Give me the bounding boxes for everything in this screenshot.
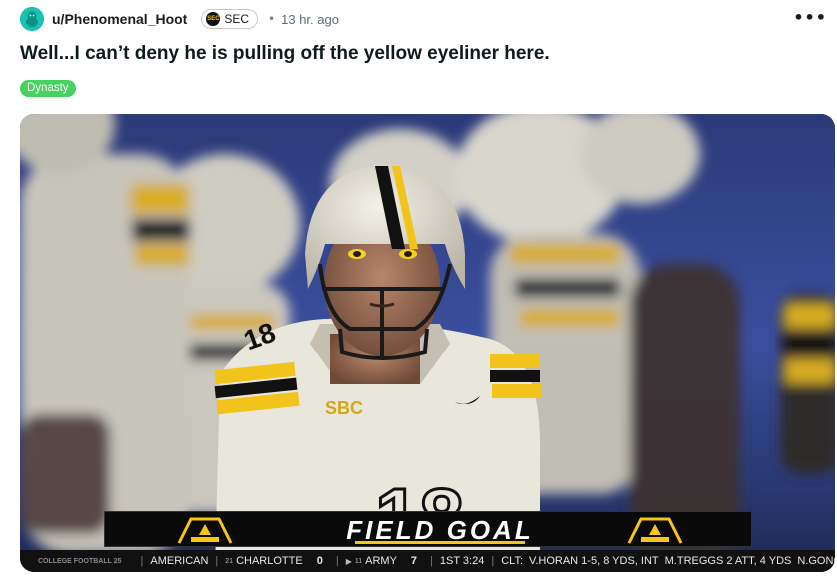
separator-dot: •	[268, 12, 276, 26]
more-options-icon[interactable]: •••	[793, 8, 827, 27]
team1-seed: 21	[225, 557, 234, 565]
game-screenshot-scene: 18 SBC 18	[20, 114, 835, 572]
post-image[interactable]: 18 SBC 18	[20, 114, 835, 572]
sec-logo-icon: SEC	[206, 12, 221, 26]
user-flair-text: SEC	[224, 12, 250, 26]
game-clock: 1ST 3:24	[439, 555, 485, 567]
username-link[interactable]: u/Phenomenal_Hoot	[52, 11, 187, 27]
field-goal-text: FIELD GOAL	[335, 512, 545, 548]
team2-score: 7	[410, 555, 418, 567]
post-title[interactable]: Well...I can’t deny he is pulling off th…	[20, 43, 550, 65]
user-flair-chip: SEC SEC	[201, 9, 259, 29]
possession-arrow-icon: ▶	[345, 556, 352, 566]
team1-name: CHARLOTTE	[236, 555, 303, 567]
post-flair-badge[interactable]: Dynasty	[20, 80, 76, 97]
team2-seed: 11	[354, 557, 363, 565]
team2-name: ARMY	[365, 555, 397, 567]
field-goal-banner: FIELD GOAL	[104, 511, 752, 547]
ticker-conference: AMERICAN	[150, 555, 209, 567]
team1-score: 0	[316, 555, 323, 567]
post-header: u/Phenomenal_Hoot SEC SEC • 13 hr. ago	[20, 6, 339, 32]
score-ticker: COLLEGE FOOTBALL 25 | AMERICAN | 21 CHAR…	[20, 550, 835, 572]
team-logo-right-icon	[625, 515, 685, 545]
post-timestamp: 13 hr. ago	[281, 11, 339, 27]
snoo-avatar-icon	[20, 7, 44, 31]
game-brand-logo: COLLEGE FOOTBALL 25	[38, 557, 122, 565]
stat-rushing: M.TREGGS 2 ATT, 4 YDS	[664, 555, 792, 567]
team-logo-left-icon	[175, 515, 235, 545]
stats-prefix: CLT:	[501, 555, 524, 567]
avatar[interactable]	[20, 7, 44, 31]
stat-receiving: N.GONO 1 R	[797, 555, 835, 567]
jersey-patch: SBC	[325, 398, 363, 418]
stat-passing: V.HORAN 1-5, 8 YDS, INT	[529, 555, 659, 567]
